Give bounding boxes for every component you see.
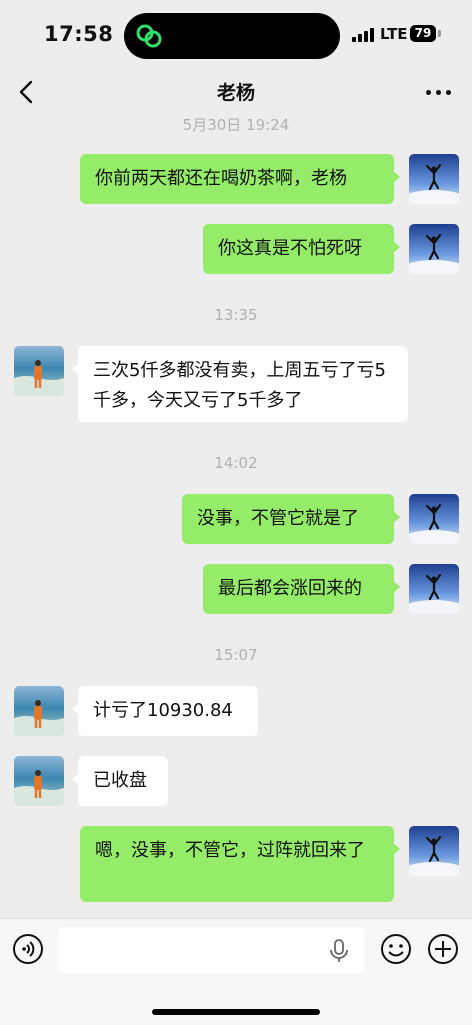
- message-bubble-sent[interactable]: 你前两天都还在喝奶茶啊，老杨: [80, 154, 400, 204]
- clock: 17:58: [44, 22, 114, 46]
- message-bubble-sent[interactable]: 嗯，没事，不管它，过阵就回来了: [80, 826, 400, 902]
- my-avatar[interactable]: [409, 154, 459, 204]
- battery-level: 79: [410, 25, 436, 42]
- chat-header: 老杨: [0, 66, 472, 118]
- dynamic-island: [124, 13, 340, 59]
- message-bubble-sent[interactable]: 最后都会涨回来的: [203, 564, 400, 614]
- my-avatar[interactable]: [409, 494, 459, 544]
- input-bar: [0, 918, 472, 1025]
- timestamp: 13:35: [214, 306, 258, 324]
- my-avatar[interactable]: [409, 826, 459, 876]
- timestamp: 15:07: [214, 646, 258, 664]
- emoji-icon[interactable]: [380, 933, 412, 965]
- message-bubble-received[interactable]: 已收盘: [72, 756, 168, 806]
- contact-avatar[interactable]: [14, 346, 64, 396]
- message-bubble-sent[interactable]: 没事，不管它就是了: [182, 494, 400, 544]
- contact-avatar[interactable]: [14, 686, 64, 736]
- timestamp: 14:02: [214, 454, 258, 472]
- more-options-icon[interactable]: [424, 78, 454, 106]
- message-input[interactable]: [58, 927, 364, 973]
- contact-avatar[interactable]: [14, 756, 64, 806]
- my-avatar[interactable]: [409, 224, 459, 274]
- my-avatar[interactable]: [409, 564, 459, 614]
- microphone-icon[interactable]: [328, 939, 350, 963]
- message-bubble-sent[interactable]: 你这真是不怕死呀: [203, 224, 400, 274]
- live-activity-icon: [136, 24, 162, 48]
- timestamp: 5月30日 19:24: [182, 118, 290, 134]
- network-type: LTE: [380, 25, 408, 43]
- voice-icon[interactable]: [12, 933, 44, 965]
- home-indicator: [152, 1009, 320, 1015]
- message-bubble-received[interactable]: 计亏了10930.84: [72, 686, 258, 736]
- status-bar: 17:58 LTE 79: [0, 0, 472, 66]
- message-list[interactable]: 5月30日 19:24 你前两天都还在喝奶茶啊，老杨 你这真是不怕死呀 13:3…: [0, 118, 472, 918]
- signal-icon: [352, 28, 374, 42]
- chat-title: 老杨: [216, 82, 255, 104]
- battery-icon: [438, 30, 441, 37]
- message-bubble-received[interactable]: 三次5仟多都没有卖，上周五亏了亏5千多，今天又亏了5千多了: [72, 346, 408, 422]
- plus-icon[interactable]: [427, 933, 459, 965]
